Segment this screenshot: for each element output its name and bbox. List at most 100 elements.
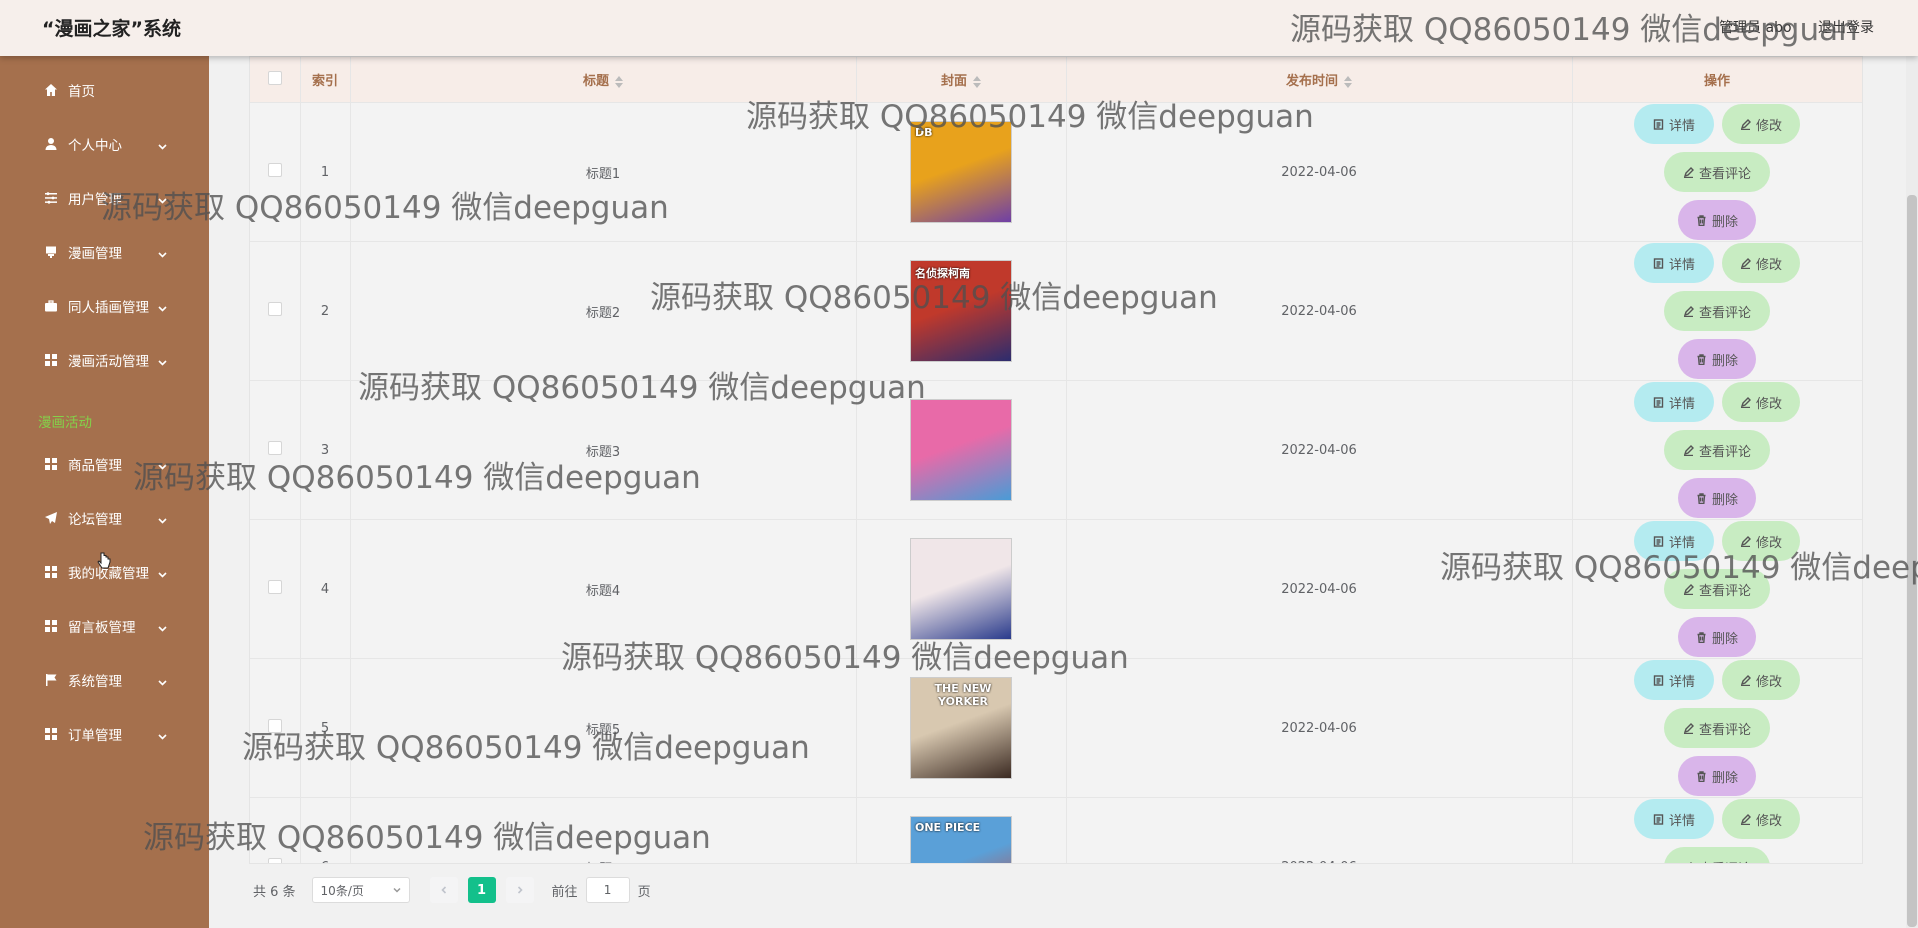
row-date: 2022-04-06 [1066, 519, 1573, 659]
sidebar-item-label: 商品管理 [68, 458, 122, 474]
detail-button[interactable]: 详情 [1634, 243, 1714, 283]
row-title: 标题1 [350, 102, 857, 242]
row-checkbox[interactable] [267, 441, 282, 455]
delete-button[interactable]: 删除 [1678, 756, 1756, 796]
sort-icon[interactable] [615, 75, 623, 88]
sidebar-item-11[interactable]: 留言板管理 [0, 604, 209, 648]
table-row[interactable]: 3 标题3 2022-04-06 详情 修改 查看评论 删除 [250, 380, 1862, 520]
row-date: 2022-04-06 [1066, 102, 1573, 242]
row-select-cell[interactable] [250, 102, 301, 242]
page-number-button[interactable]: 1 [467, 877, 496, 903]
chevron-right-icon [517, 886, 523, 894]
select-all-checkbox[interactable] [267, 70, 282, 85]
row-checkbox[interactable] [267, 858, 282, 863]
sort-icon[interactable] [973, 75, 981, 88]
detail-button[interactable]: 详情 [1634, 521, 1714, 561]
send-icon [44, 511, 58, 525]
column-header-cover[interactable]: 封面 [856, 57, 1067, 103]
cover-image[interactable]: THE NEW YORKER [910, 677, 1012, 779]
row-select-cell[interactable] [250, 241, 301, 381]
row-index: 4 [300, 519, 351, 659]
edit-button[interactable]: 修改 [1722, 104, 1800, 144]
cover-image[interactable]: DB [910, 121, 1012, 223]
scrollbar-thumb[interactable] [1907, 195, 1917, 927]
row-select-cell[interactable] [250, 797, 301, 863]
sidebar-item-4[interactable]: 漫画管理 [0, 230, 209, 274]
page-size-select[interactable]: 10条/页 [311, 877, 410, 903]
sidebar-item-9[interactable]: 论坛管理 [0, 496, 209, 540]
delete-button[interactable]: 删除 [1678, 339, 1756, 379]
delete-button[interactable]: 删除 [1678, 200, 1756, 240]
prev-page-button[interactable] [429, 877, 458, 903]
edit-button[interactable]: 修改 [1722, 382, 1800, 422]
edit-button[interactable]: 修改 [1722, 799, 1800, 839]
view-comments-button[interactable]: 查看评论 [1664, 430, 1770, 470]
row-actions: 详情 修改查看评论删除 [1572, 102, 1862, 242]
sidebar-item-12[interactable]: 系统管理 [0, 658, 209, 702]
next-page-button[interactable] [505, 877, 534, 903]
detail-button-label: 详情 [1668, 813, 1695, 829]
view-comments-button[interactable]: 查看评论 [1664, 847, 1770, 863]
row-checkbox[interactable] [267, 163, 282, 177]
cover-image[interactable] [910, 538, 1012, 640]
row-select-cell[interactable] [250, 658, 301, 798]
logout-link[interactable]: 退出登录 [1818, 20, 1874, 36]
sidebar-item-13[interactable]: 订单管理 [0, 712, 209, 756]
detail-button-label: 详情 [1668, 257, 1695, 273]
grid-icon [44, 457, 58, 471]
sidebar-item-5[interactable]: 同人插画管理 [0, 284, 209, 328]
sidebar-item-3[interactable]: 用户管理 [0, 176, 209, 220]
cover-image[interactable]: 名侦探柯南 [910, 260, 1012, 362]
cover-image[interactable] [910, 399, 1012, 501]
detail-button[interactable]: 详情 [1634, 799, 1714, 839]
delete-button[interactable]: 删除 [1678, 478, 1756, 518]
user-label: 管理员 abo [1719, 20, 1792, 36]
select-all-header[interactable] [250, 57, 301, 103]
column-header-title[interactable]: 标题 [350, 57, 857, 103]
sidebar-item-6[interactable]: 漫画活动管理 [0, 338, 209, 382]
sidebar-item-active-activity[interactable]: 漫画活动 [38, 411, 92, 431]
row-index: 3 [300, 380, 351, 520]
edit-button[interactable]: 修改 [1722, 660, 1800, 700]
row-select-cell[interactable] [250, 380, 301, 520]
sidebar-item-label: 首页 [68, 84, 95, 100]
sidebar-item-label: 论坛管理 [68, 512, 122, 528]
sidebar-item-2[interactable]: 个人中心 [0, 122, 209, 166]
row-checkbox[interactable] [267, 719, 282, 733]
edit-button[interactable]: 修改 [1722, 243, 1800, 283]
delete-button-label: 删除 [1711, 770, 1738, 786]
row-checkbox[interactable] [267, 302, 282, 316]
sort-icon[interactable] [1344, 75, 1352, 88]
row-date: 2022-04-06 [1066, 241, 1573, 381]
table-row[interactable]: 6标题6ONE PIECE2022-04-06详情修改查看评论删除 [250, 797, 1862, 863]
row-checkbox[interactable] [267, 580, 282, 594]
cover-image[interactable]: ONE PIECE [910, 816, 1012, 863]
edit-button[interactable]: 修改 [1722, 521, 1800, 561]
column-header-date[interactable]: 发布时间 [1066, 57, 1573, 103]
table-row[interactable]: 4 标题4 2022-04-06 详情 修改 查看评论 删除 [250, 519, 1862, 659]
column-header-label: 封面 [940, 74, 967, 89]
cover-label: 名侦探柯南 [915, 267, 970, 280]
grid-icon [44, 353, 58, 367]
row-cover-cell [856, 519, 1067, 659]
goto-page-input[interactable] [585, 877, 630, 903]
sidebar-item-1[interactable]: 首页 [0, 68, 209, 112]
view-comments-button[interactable]: 查看评论 [1664, 152, 1770, 192]
edit-button-label: 修改 [1755, 118, 1782, 134]
cover-label: THE NEW YORKER [934, 682, 992, 708]
view-comments-button[interactable]: 查看评论 [1664, 291, 1770, 331]
view-comments-button[interactable]: 查看评论 [1664, 708, 1770, 748]
table-row[interactable]: 1 标题1 DB 2022-04-06 详情 修改 查看评论 删除 [250, 102, 1862, 242]
detail-button[interactable]: 详情 [1634, 382, 1714, 422]
detail-button[interactable]: 详情 [1634, 104, 1714, 144]
sidebar-item-8[interactable]: 商品管理 [0, 442, 209, 486]
view-comments-button[interactable]: 查看评论 [1664, 569, 1770, 609]
detail-button[interactable]: 详情 [1634, 660, 1714, 700]
grid-icon [44, 619, 58, 633]
table-row[interactable]: 5 标题5 THE NEW YORKER 2022-04-06 详情 修改 查看评论 删除 [250, 658, 1862, 798]
table-row[interactable]: 2 标题2 名侦探柯南 2022-04-06 详情 修改 查看评论 删除 [250, 241, 1862, 381]
row-title: 标题3 [350, 380, 857, 520]
row-cover-cell: DB [856, 102, 1067, 242]
row-select-cell[interactable] [250, 519, 301, 659]
delete-button[interactable]: 删除 [1678, 617, 1756, 657]
